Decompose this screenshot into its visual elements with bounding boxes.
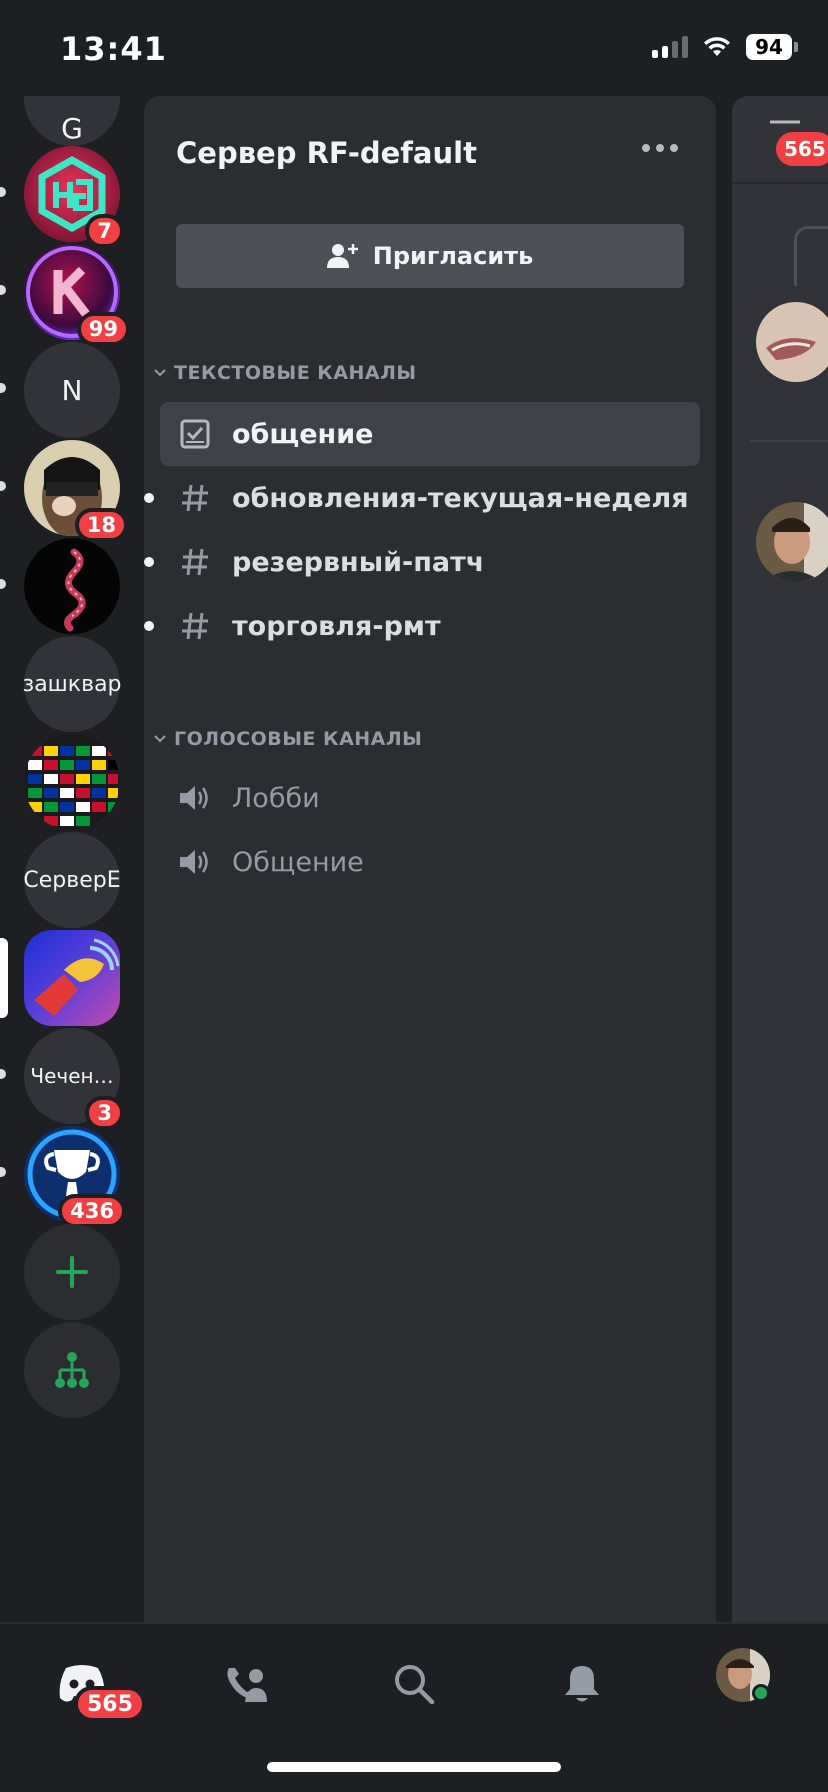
category-label: ТЕКСТОВЫЕ КАНАЛЫ — [174, 362, 417, 384]
server-unread-dot — [0, 481, 6, 491]
server-icon-hg[interactable]: 7 — [24, 146, 124, 248]
invite-label: Пригласить — [372, 242, 534, 270]
channel-unread-dot — [144, 557, 154, 567]
server-icon-chechen[interactable]: Чечен… 3 — [24, 1028, 124, 1130]
status-bar: 13:41 94 — [0, 0, 828, 96]
server-mention-badge: 7 — [85, 214, 124, 248]
channel-unread-dot — [144, 621, 154, 631]
message-frame — [794, 226, 828, 286]
discover-servers-button[interactable] — [24, 1322, 120, 1418]
server-initial: G — [61, 111, 83, 145]
channel-name: торговля-рмт — [232, 610, 441, 642]
chevron-down-icon — [154, 735, 166, 743]
hashtag-icon — [176, 610, 214, 642]
channel-obnovleniya[interactable]: обновления-текущая-неделя — [144, 466, 700, 530]
status-icons: 94 — [652, 34, 798, 60]
server-icon-trophy[interactable]: 436 — [24, 1126, 126, 1228]
hashtag-icon — [176, 546, 214, 578]
server-initial: Чечен… — [30, 1064, 114, 1088]
add-user-icon — [326, 244, 358, 268]
category-voice-channels[interactable]: ГОЛОСОВЫЕ КАНАЛЫ — [154, 728, 422, 750]
bell-icon — [565, 1666, 599, 1702]
server-unread-dot — [0, 1069, 6, 1079]
channel-name: резервный-патч — [232, 546, 485, 578]
server-icon-snake[interactable] — [24, 538, 120, 634]
channel-name: Общение — [232, 846, 364, 878]
rf-default-server-image — [24, 930, 120, 1026]
server-icon-k[interactable]: 99 — [24, 244, 130, 346]
server-icon-flags[interactable] — [24, 734, 120, 830]
server-unread-dot — [0, 1167, 6, 1177]
speaker-icon — [176, 783, 214, 813]
unread-count-badge: 565 — [776, 132, 828, 166]
flags-server-image — [24, 734, 120, 830]
server-unread-dot — [0, 285, 6, 295]
battery-level: 94 — [746, 34, 792, 60]
category-text-channels[interactable]: ТЕКСТОВЫЕ КАНАЛЫ — [154, 362, 417, 384]
server-unread-dot — [0, 579, 6, 589]
server-name[interactable]: Сервер RF-default — [176, 136, 477, 170]
chat-preview-peek[interactable]: 565 — [732, 96, 828, 1622]
server-mention-badge: 99 — [76, 312, 130, 346]
wifi-icon — [704, 37, 730, 56]
friends-icon — [227, 1668, 267, 1702]
server-icon-zashkvar[interactable]: зашквар — [22, 636, 122, 732]
voice-channel-obshchenie[interactable]: Общение — [160, 830, 700, 894]
message-avatar — [756, 502, 828, 582]
more-options-icon[interactable] — [642, 144, 678, 152]
channel-name: обновления-текущая-неделя — [232, 482, 689, 514]
selected-server-indicator — [0, 938, 8, 1018]
channel-unread-dot — [144, 493, 154, 503]
server-initial: СерверE — [23, 867, 121, 893]
server-icon-rf-default[interactable] — [24, 930, 120, 1026]
voice-channel-lobby[interactable]: Лобби — [160, 766, 700, 830]
tab-notifications[interactable] — [552, 1654, 612, 1714]
home-indicator — [267, 1762, 561, 1772]
channel-torgovlya-rmt[interactable]: торговля-рмт — [144, 594, 700, 658]
server-mention-badge: 436 — [58, 1194, 126, 1228]
battery-icon: 94 — [746, 34, 798, 60]
server-mention-badge: 18 — [74, 508, 128, 542]
cellular-signal-icon — [652, 36, 688, 58]
search-icon — [395, 1665, 435, 1705]
server-icon-g[interactable]: G — [24, 96, 120, 146]
rules-channel-icon — [176, 418, 214, 450]
home-unread-badge: 565 — [74, 1686, 146, 1722]
server-icon-server-e[interactable]: СерверE — [23, 832, 121, 928]
snake-server-image — [24, 538, 120, 634]
tab-search[interactable] — [384, 1654, 444, 1714]
channel-rezervny-patch[interactable]: резервный-патч — [144, 530, 700, 594]
server-initial: N — [61, 373, 83, 407]
hierarchy-icon — [55, 1352, 89, 1388]
server-unread-dot — [0, 383, 6, 393]
category-label: ГОЛОСОВЫЕ КАНАЛЫ — [174, 728, 423, 750]
message-divider — [750, 440, 828, 442]
chevron-down-icon — [154, 369, 166, 377]
add-server-button[interactable] — [24, 1224, 120, 1320]
server-rail: G 7 99 N 18 зашквар СерверE Чечен… 3 436 — [0, 96, 144, 1622]
channel-name: общение — [232, 418, 374, 450]
server-unread-dot — [0, 187, 6, 197]
server-mention-badge: 3 — [85, 1096, 124, 1130]
plus-icon — [56, 1256, 88, 1288]
tab-friends[interactable] — [216, 1654, 276, 1714]
server-initial: зашквар — [22, 671, 122, 697]
server-icon-n[interactable]: N — [24, 342, 120, 438]
channel-panel: Сервер RF-default Пригласить ТЕКСТОВЫЕ К… — [144, 96, 716, 1622]
status-time: 13:41 — [60, 30, 167, 68]
hashtag-icon — [176, 482, 214, 514]
invite-button[interactable]: Пригласить — [176, 224, 684, 288]
server-icon-avatar[interactable]: 18 — [24, 440, 128, 542]
channel-name: Лобби — [232, 782, 320, 814]
chat-header: 565 — [732, 96, 828, 184]
online-status-dot — [752, 1684, 770, 1702]
message-avatar — [756, 302, 828, 382]
speaker-icon — [176, 847, 214, 877]
channel-obshchenie[interactable]: общение — [160, 402, 700, 466]
